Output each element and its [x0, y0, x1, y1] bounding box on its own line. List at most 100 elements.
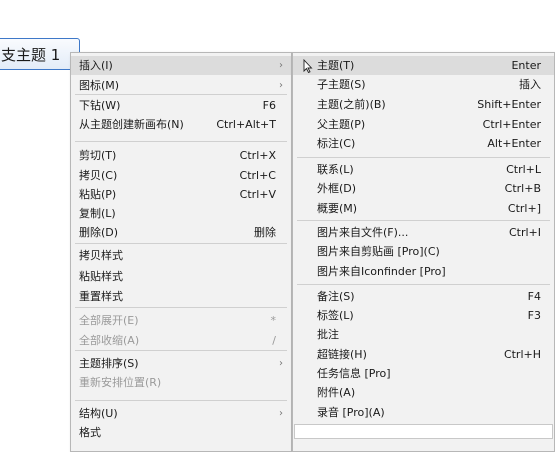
insert-submenu-item-17[interactable]: 批注: [293, 325, 554, 344]
menu-item-label: 从主题创建新画布(N): [79, 118, 184, 131]
menu-item-label: 附件(A): [317, 386, 356, 399]
menu-item-shortcut: Ctrl+B: [504, 182, 541, 195]
insert-submenu-item-12[interactable]: 图片来自剪贴画 [Pro](C): [293, 242, 554, 261]
context-menu-item-17[interactable]: 全部展开(E) *: [71, 311, 291, 330]
context-menu-item-8[interactable]: 拷贝(C) Ctrl+C: [71, 166, 291, 185]
insert-submenu-item-2[interactable]: 子主题(S) 插入: [293, 75, 554, 94]
menu-item-label: 拷贝样式: [79, 249, 123, 262]
insert-submenu-item-15[interactable]: 备注(S) F4: [293, 287, 554, 306]
context-menu-item-23[interactable]: 结构(U) ›: [71, 404, 291, 423]
menu-separator: [297, 157, 550, 158]
context-menu-item-4[interactable]: 下钻(W) F6: [71, 96, 291, 115]
insert-submenu-item-21[interactable]: 录音 [Pro](A): [293, 403, 554, 422]
context-menu-item-20[interactable]: 主题排序(S) ›: [71, 354, 291, 373]
insert-submenu-item-19[interactable]: 任务信息 [Pro]: [293, 364, 554, 383]
menu-item-label: 录音 [Pro](A): [317, 406, 385, 419]
menu-item-label: 标签(L): [317, 309, 354, 322]
menu-item-shortcut: Alt+Enter: [487, 137, 541, 150]
menu-item-label: 图片来自Iconfinder [Pro]: [317, 265, 446, 278]
menu-separator: [297, 220, 550, 221]
menu-item-shortcut: 删除: [254, 226, 276, 239]
insert-submenu-item-1[interactable]: 主题(T) Enter: [293, 56, 554, 75]
topic-node[interactable]: 支主题 1: [0, 38, 80, 70]
insert-submenu-item-4[interactable]: 父主题(P) Ctrl+Enter: [293, 115, 554, 134]
menu-item-shortcut: Ctrl+]: [507, 202, 541, 215]
menu-item-label: 删除(D): [79, 226, 119, 239]
topic-label: 支主题 1: [1, 46, 61, 64]
context-menu-item-18[interactable]: 全部收缩(A) /: [71, 331, 291, 350]
chevron-right-icon: ›: [279, 358, 283, 369]
menu-item-label: 全部收缩(A): [79, 334, 140, 347]
menu-item-shortcut: Ctrl+L: [506, 163, 541, 176]
menu-item-label: 超链接(H): [317, 348, 367, 361]
menu-item-label: 剪切(T): [79, 149, 117, 162]
menu-item-label: 下钻(W): [79, 99, 121, 112]
context-menu-item-15[interactable]: 重置样式: [71, 287, 291, 306]
context-menu-item-1[interactable]: 插入(I) ›: [71, 56, 291, 75]
context-menu-item-2[interactable]: 图标(M) ›: [71, 76, 291, 95]
menu-item-label: 子主题(S): [317, 78, 366, 91]
context-menu-item-14[interactable]: 粘贴样式: [71, 267, 291, 286]
insert-submenu-item-7[interactable]: 联系(L) Ctrl+L: [293, 160, 554, 179]
menu-separator: [75, 94, 287, 95]
menu-item-shortcut: 插入: [519, 78, 541, 91]
menu-item-label: 批注: [317, 328, 339, 341]
menu-item-label: 主题(T): [317, 59, 355, 72]
menu-item-label: 粘贴样式: [79, 270, 123, 283]
chevron-right-icon: ›: [279, 60, 283, 71]
menu-item-label: 标注(C): [317, 137, 356, 150]
menu-item-label: 图片来自剪贴画 [Pro](C): [317, 245, 440, 258]
menu-item-shortcut: F6: [262, 99, 276, 112]
menu-separator: [75, 141, 287, 142]
insert-submenu: 主题(T) Enter 子主题(S) 插入 主题(之前)(B) Shift+Enter 父主…: [292, 52, 555, 452]
menu-item-label: 结构(U): [79, 407, 118, 420]
menu-item-shortcut: F3: [527, 309, 541, 322]
menu-item-label: 复制(L): [79, 207, 116, 220]
menu-item-label: 父主题(P): [317, 118, 366, 131]
menu-item-label: 外框(D): [317, 182, 357, 195]
insert-submenu-item-3[interactable]: 主题(之前)(B) Shift+Enter: [293, 95, 554, 114]
menu-item-label: 重置样式: [79, 290, 123, 303]
context-menu-item-5[interactable]: 从主题创建新画布(N) Ctrl+Alt+T: [71, 115, 291, 134]
menu-separator: [297, 284, 550, 285]
context-menu-item-13[interactable]: 拷贝样式: [71, 246, 291, 265]
menu-item-shortcut: Shift+Enter: [477, 98, 541, 111]
menu-item-shortcut: Ctrl+Enter: [482, 118, 541, 131]
menu-item-shortcut: *: [270, 314, 277, 327]
menu-separator: [75, 307, 287, 308]
insert-submenu-item-20[interactable]: 附件(A): [293, 383, 554, 402]
menu-item-label: 联系(L): [317, 163, 354, 176]
menu-item-shortcut: /: [272, 334, 276, 347]
menu-separator: [75, 243, 287, 244]
context-menu-item-7[interactable]: 剪切(T) Ctrl+X: [71, 146, 291, 165]
menu-item-label: 主题排序(S): [79, 357, 139, 370]
menu-item-shortcut: Ctrl+Alt+T: [216, 118, 276, 131]
menu-item-label: 拷贝(C): [79, 169, 118, 182]
menu-separator: [75, 350, 287, 351]
menu-item-label: 全部展开(E): [79, 314, 139, 327]
menu-item-label: 任务信息 [Pro]: [317, 367, 391, 380]
insert-submenu-item-8[interactable]: 外框(D) Ctrl+B: [293, 179, 554, 198]
menu-item-shortcut: Ctrl+H: [503, 348, 541, 361]
context-menu-item-9[interactable]: 粘贴(P) Ctrl+V: [71, 185, 291, 204]
context-menu: 插入(I) › 图标(M) › 下钻(W) F6 从主题创建新画布(N) Ctrl+Alt+T…: [70, 52, 292, 452]
menu-item-shortcut: Enter: [511, 59, 541, 72]
insert-submenu-item-13[interactable]: 图片来自Iconfinder [Pro]: [293, 262, 554, 281]
menu-item-label: 图片来自文件(F)...: [317, 226, 409, 239]
context-menu-item-10[interactable]: 复制(L): [71, 204, 291, 223]
menu-item-label: 图标(M): [79, 79, 120, 92]
context-menu-item-21[interactable]: 重新安排位置(R): [71, 373, 291, 392]
menu-item-label: 备注(S): [317, 290, 355, 303]
menu-item-shortcut: Ctrl+V: [239, 188, 276, 201]
menu-separator: [75, 400, 287, 401]
context-menu-item-11[interactable]: 删除(D) 删除: [71, 223, 291, 242]
insert-submenu-item-9[interactable]: 概要(M) Ctrl+]: [293, 199, 554, 218]
menu-item-shortcut: F4: [527, 290, 541, 303]
insert-submenu-item-11[interactable]: 图片来自文件(F)... Ctrl+I: [293, 223, 554, 242]
insert-submenu-item-16[interactable]: 标签(L) F3: [293, 306, 554, 325]
insert-submenu-item-18[interactable]: 超链接(H) Ctrl+H: [293, 345, 554, 364]
menu-item-shortcut: Ctrl+I: [508, 226, 541, 239]
context-menu-item-24[interactable]: 格式: [71, 423, 291, 442]
menu-item-label: 粘贴(P): [79, 188, 117, 201]
insert-submenu-item-5[interactable]: 标注(C) Alt+Enter: [293, 134, 554, 153]
